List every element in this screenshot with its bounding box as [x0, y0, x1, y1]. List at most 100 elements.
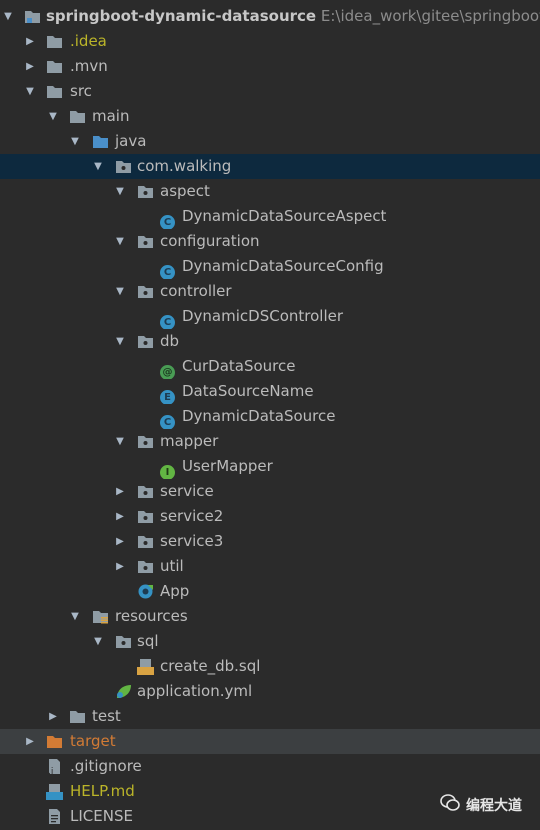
package-label-util: util	[160, 557, 184, 575]
wechat-icon	[440, 794, 460, 816]
tree-row-resources[interactable]: ▼ resources	[0, 604, 540, 629]
tree-row-dynamic-datasource-aspect[interactable]: C DynamicDataSourceAspect	[0, 204, 540, 229]
chevron-right-icon[interactable]: ▶	[114, 504, 126, 529]
text-file-icon	[46, 808, 63, 825]
chevron-down-icon[interactable]: ▼	[114, 329, 126, 354]
tree-row-service2[interactable]: ▶ service2	[0, 504, 540, 529]
chevron-down-icon[interactable]: ▼	[24, 79, 36, 104]
tree-row-test[interactable]: ▶ test	[0, 704, 540, 729]
package-icon	[115, 633, 132, 650]
chevron-down-icon[interactable]: ▼	[114, 279, 126, 304]
chevron-right-icon[interactable]: ▶	[47, 704, 59, 729]
tree-row-java[interactable]: ▼ java	[0, 129, 540, 154]
tree-row-dynamic-datasource-config[interactable]: C DynamicDataSourceConfig	[0, 254, 540, 279]
package-icon	[137, 558, 154, 575]
chevron-right-icon[interactable]: ▶	[24, 729, 36, 754]
chevron-right-icon[interactable]: ▶	[114, 479, 126, 504]
class-icon: C	[160, 208, 177, 229]
chevron-down-icon[interactable]: ▼	[92, 154, 104, 179]
class-label: DynamicDataSourceAspect	[182, 207, 387, 225]
file-label-help-md: HELP.md	[70, 782, 135, 800]
tree-row-main[interactable]: ▼ main	[0, 104, 540, 129]
chevron-down-icon[interactable]: ▼	[114, 229, 126, 254]
folder-label-test: test	[92, 707, 121, 725]
project-tree: ▼ springboot-dynamic-datasource E:\idea_…	[0, 4, 540, 829]
chevron-right-icon[interactable]: ▶	[114, 529, 126, 554]
chevron-right-icon[interactable]: ▶	[114, 554, 126, 579]
enum-icon: E	[160, 383, 177, 404]
spring-config-icon	[115, 683, 132, 700]
tree-row-gitignore[interactable]: .i .gitignore	[0, 754, 540, 779]
tree-row-com-walking[interactable]: ▼ com.walking	[0, 154, 540, 179]
package-label-service3: service3	[160, 532, 224, 550]
package-label-controller: controller	[160, 282, 232, 300]
chevron-down-icon[interactable]: ▼	[114, 429, 126, 454]
package-label-db: db	[160, 332, 180, 350]
tree-row-sql[interactable]: ▼ sql	[0, 629, 540, 654]
chevron-right-icon[interactable]: ▶	[24, 54, 36, 79]
tree-row-cur-data-source[interactable]: @ CurDataSource	[0, 354, 540, 379]
class-label: DynamicDataSource	[182, 407, 336, 425]
folder-icon	[46, 33, 63, 50]
chevron-down-icon[interactable]: ▼	[69, 129, 81, 154]
chevron-down-icon[interactable]: ▼	[47, 104, 59, 129]
class-icon: C	[160, 258, 177, 279]
chevron-down-icon[interactable]: ▼	[92, 629, 104, 654]
package-label-configuration: configuration	[160, 232, 260, 250]
class-label: DynamicDSController	[182, 307, 344, 325]
package-icon	[137, 433, 154, 450]
tree-row-application-yml[interactable]: application.yml	[0, 679, 540, 704]
markdown-file-icon	[46, 783, 63, 800]
svg-text:.i: .i	[48, 767, 53, 775]
watermark-text: 编程大道	[466, 798, 522, 814]
tree-row-data-source-name[interactable]: E DataSourceName	[0, 379, 540, 404]
folder-label-sql: sql	[137, 632, 159, 650]
tree-row-project[interactable]: ▼ springboot-dynamic-datasource E:\idea_…	[0, 4, 540, 29]
folder-label-main: main	[92, 107, 130, 125]
sql-file-icon	[137, 658, 154, 675]
tree-row-app[interactable]: App	[0, 579, 540, 604]
package-label-service2: service2	[160, 507, 224, 525]
annotation-label: CurDataSource	[182, 357, 296, 375]
tree-row-service3[interactable]: ▶ service3	[0, 529, 540, 554]
tree-row-service[interactable]: ▶ service	[0, 479, 540, 504]
folder-icon	[69, 108, 86, 125]
project-name: springboot-dynamic-datasource	[46, 7, 317, 25]
tree-row-db[interactable]: ▼ db	[0, 329, 540, 354]
source-folder-icon	[92, 133, 109, 150]
tree-row-util[interactable]: ▶ util	[0, 554, 540, 579]
chevron-down-icon[interactable]: ▼	[69, 604, 81, 629]
spring-boot-app-icon	[137, 583, 154, 600]
package-icon	[137, 533, 154, 550]
tree-row-target[interactable]: ▶ target	[0, 729, 540, 754]
excluded-folder-icon	[46, 733, 63, 750]
tree-row-mvn[interactable]: ▶ .mvn	[0, 54, 540, 79]
class-icon: C	[160, 408, 177, 429]
tree-row-mapper[interactable]: ▼ mapper	[0, 429, 540, 454]
interface-icon: I	[160, 458, 177, 479]
resources-folder-icon	[92, 608, 109, 625]
enum-label: DataSourceName	[182, 382, 314, 400]
chevron-down-icon[interactable]: ▼	[2, 4, 14, 29]
tree-row-idea[interactable]: ▶ .idea	[0, 29, 540, 54]
chevron-right-icon[interactable]: ▶	[24, 29, 36, 54]
package-icon	[115, 158, 132, 175]
watermark: 编程大道	[440, 794, 522, 816]
folder-label-mvn: .mvn	[70, 57, 108, 75]
tree-row-dynamic-data-source[interactable]: C DynamicDataSource	[0, 404, 540, 429]
tree-row-user-mapper[interactable]: I UserMapper	[0, 454, 540, 479]
tree-row-create-db-sql[interactable]: create_db.sql	[0, 654, 540, 679]
folder-label-src: src	[70, 82, 92, 100]
folder-label-java: java	[115, 132, 147, 150]
tree-row-controller[interactable]: ▼ controller	[0, 279, 540, 304]
tree-row-src[interactable]: ▼ src	[0, 79, 540, 104]
tree-row-aspect[interactable]: ▼ aspect	[0, 179, 540, 204]
package-label-com-walking: com.walking	[137, 157, 232, 175]
chevron-down-icon[interactable]: ▼	[114, 179, 126, 204]
file-label-gitignore: .gitignore	[70, 757, 142, 775]
package-label-service: service	[160, 482, 214, 500]
tree-row-dynamic-ds-controller[interactable]: C DynamicDSController	[0, 304, 540, 329]
tree-row-configuration[interactable]: ▼ configuration	[0, 229, 540, 254]
class-label: DynamicDataSourceConfig	[182, 257, 384, 275]
folder-icon	[46, 83, 63, 100]
